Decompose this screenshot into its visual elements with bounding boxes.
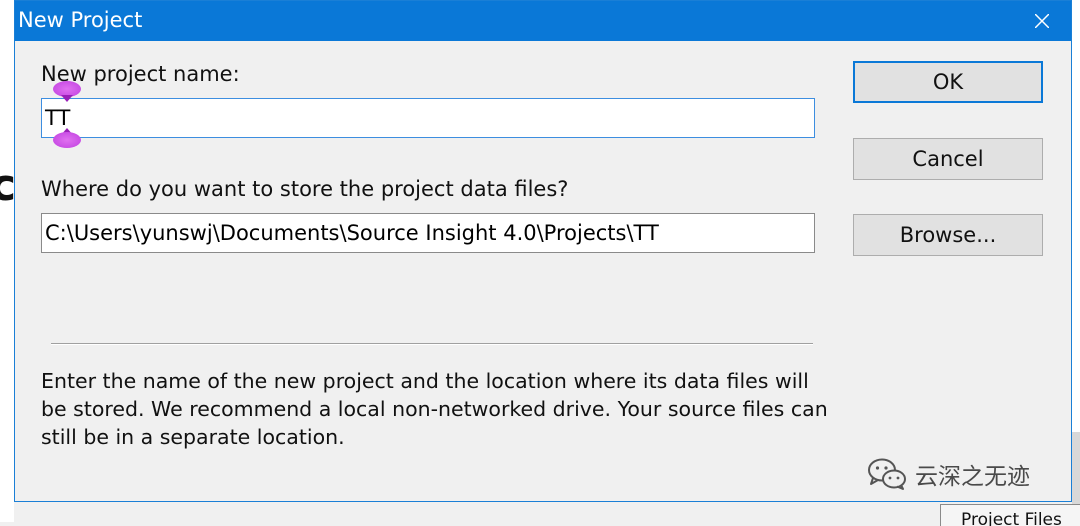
data-location-input[interactable]: C:\Users\yunswj\Documents\Source Insight… (41, 213, 815, 253)
watermark-text: 云深之无迹 (915, 464, 1030, 490)
help-text: Enter the name of the new project and th… (41, 369, 828, 449)
ok-button[interactable]: OK (853, 61, 1043, 103)
wechat-icon (868, 458, 906, 490)
project-name-input[interactable]: TT (41, 98, 815, 138)
title-bar: New Project (15, 1, 1071, 41)
separator (51, 343, 813, 345)
selection-handle-bottom[interactable] (53, 132, 81, 148)
selection-handle-top-tip (61, 95, 73, 102)
close-icon (1035, 14, 1049, 28)
cancel-button[interactable]: Cancel (853, 138, 1043, 180)
background-app-left (0, 0, 14, 522)
background-project-files-tab[interactable]: Project Files (940, 504, 1080, 526)
close-button[interactable] (1015, 1, 1071, 41)
watermark: 云深之无迹 (867, 457, 1030, 491)
browse-button[interactable]: Browse... (853, 214, 1043, 256)
data-location-label: Where do you want to store the project d… (41, 177, 569, 201)
dialog-title: New Project (18, 8, 143, 32)
new-project-dialog: New Project New project name: TT Where d… (14, 0, 1072, 502)
